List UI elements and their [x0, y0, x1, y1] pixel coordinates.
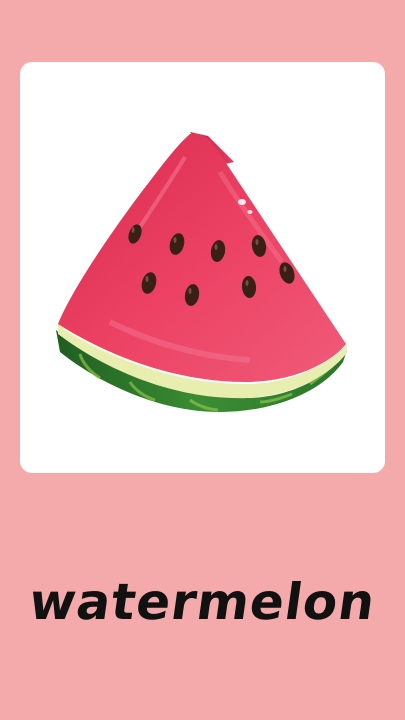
image-card	[20, 62, 385, 473]
slice-flesh	[58, 133, 346, 382]
watermelon-slice-image	[56, 132, 347, 412]
flashcard-word: watermelon	[25, 573, 380, 631]
